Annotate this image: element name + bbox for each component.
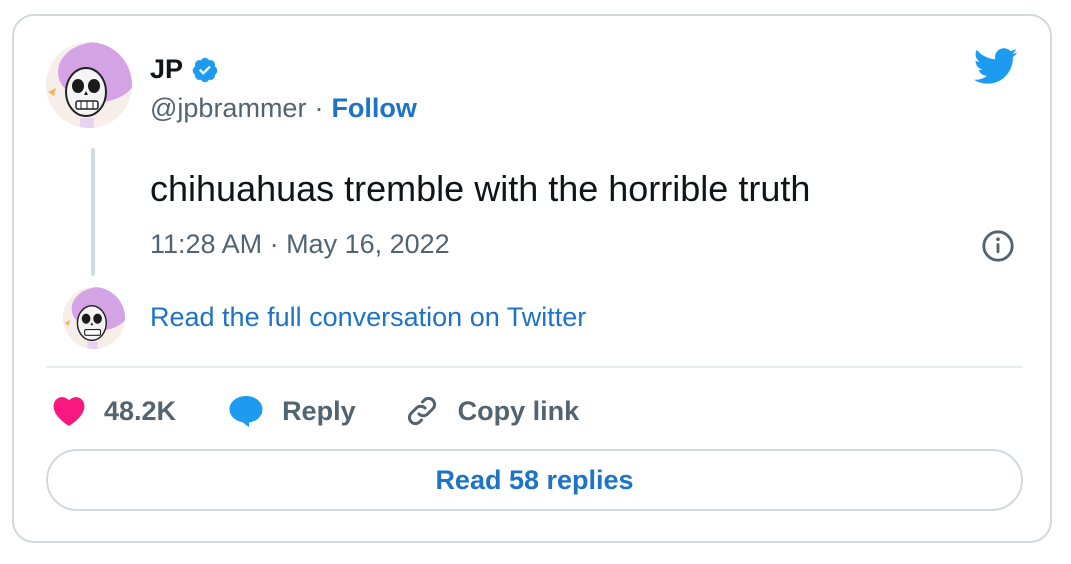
- tweet-text: chihuahuas tremble with the horrible tru…: [150, 168, 811, 209]
- copy-link-button[interactable]: Copy link: [404, 393, 580, 429]
- reply-label: Reply: [282, 395, 356, 426]
- author-name-row: JP: [150, 54, 219, 85]
- action-bar: 48.2K Reply Copy link: [46, 391, 579, 431]
- actions-divider: [46, 366, 1023, 368]
- thread-connector-line: [91, 148, 95, 276]
- like-count: 48.2K: [104, 395, 177, 426]
- read-replies-button[interactable]: Read 58 replies: [46, 449, 1023, 511]
- conversation-avatar[interactable]: [63, 287, 125, 349]
- read-replies-label: Read 58 replies: [435, 464, 634, 495]
- reply-button[interactable]: Reply: [228, 394, 356, 428]
- like-button[interactable]: 48.2K: [52, 395, 176, 427]
- author-handle-row: @jpbrammer · Follow: [150, 93, 417, 124]
- handle-separator: ·: [314, 93, 324, 123]
- author-name[interactable]: JP: [150, 54, 183, 85]
- follow-link[interactable]: Follow: [331, 93, 416, 124]
- skeleton-avatar-icon: [63, 287, 125, 349]
- info-icon[interactable]: [981, 229, 1015, 263]
- author-handle[interactable]: @jpbrammer: [150, 93, 306, 124]
- skeleton-avatar-icon: [46, 42, 132, 128]
- link-icon: [407, 397, 436, 425]
- speech-bubble-icon: [229, 396, 263, 428]
- author-avatar[interactable]: [46, 42, 132, 128]
- twitter-bird-icon[interactable]: [972, 46, 1018, 86]
- tweet-timestamp[interactable]: 11:28 AM · May 16, 2022: [150, 229, 450, 260]
- verified-badge-icon: [191, 56, 219, 84]
- tweet-embed-card: JP @jpbrammer · Follow chihuahuas trembl…: [12, 14, 1052, 543]
- heart-icon: [53, 397, 85, 427]
- read-full-conversation-link[interactable]: Read the full conversation on Twitter: [150, 302, 586, 333]
- copy-link-label: Copy link: [457, 395, 580, 426]
